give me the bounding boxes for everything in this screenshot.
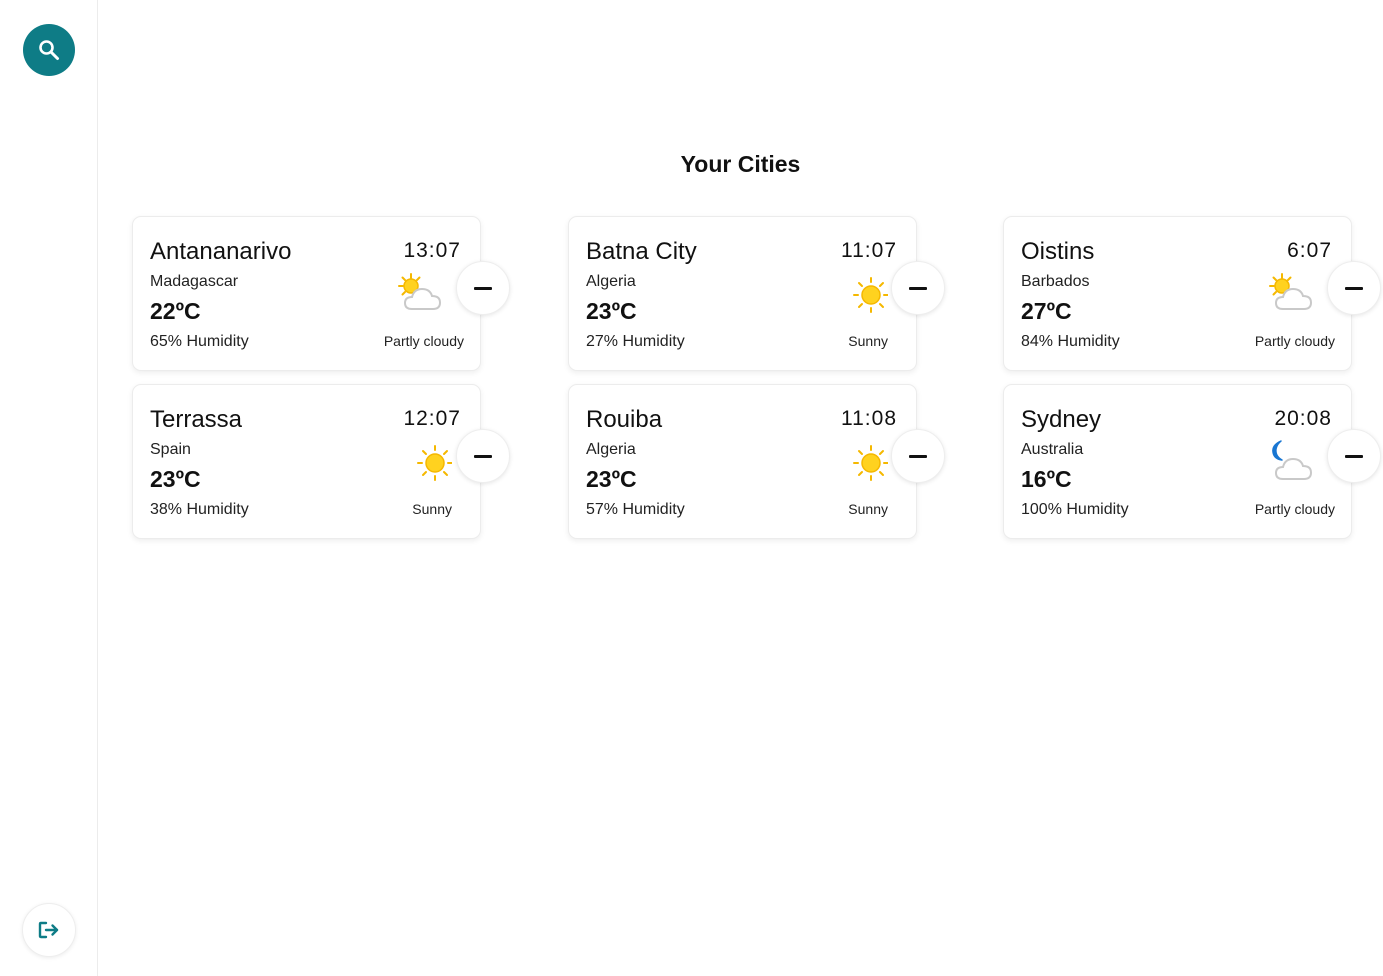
temperature: 27ºC	[1021, 298, 1072, 324]
city-card: Sydney Australia 16ºC 100% Humidity 20:0…	[1003, 384, 1352, 539]
remove-city-button[interactable]	[891, 429, 945, 483]
remove-city-button[interactable]	[456, 429, 510, 483]
minus-icon	[1345, 454, 1363, 458]
humidity: 100% Humidity	[1021, 501, 1129, 518]
local-time: 11:08	[841, 407, 897, 430]
sun-icon	[853, 277, 888, 313]
humidity: 57% Humidity	[586, 501, 685, 518]
country-name: Madagascar	[150, 273, 239, 290]
partly-cloudy-night-icon	[1272, 440, 1313, 480]
temperature: 16ºC	[1021, 466, 1072, 492]
remove-city-button[interactable]	[1327, 261, 1381, 315]
humidity: 38% Humidity	[150, 501, 249, 518]
weather-condition: Sunny	[412, 501, 452, 517]
partly-cloudy-day-icon	[398, 273, 442, 310]
city-card: Terrassa Spain 23ºC 38% Humidity 12:07 S…	[132, 384, 481, 539]
logout-icon	[38, 921, 59, 939]
weather-condition: Sunny	[848, 333, 888, 349]
weather-condition: Partly cloudy	[383, 333, 464, 349]
city-card: Oistins Barbados 27ºC 84% Humidity 6:07 …	[1003, 216, 1352, 371]
partly-cloudy-day-icon	[1269, 273, 1313, 310]
weather-condition: Sunny	[848, 501, 888, 517]
page-title: Your Cities	[680, 151, 801, 177]
sidebar	[0, 0, 98, 976]
humidity: 65% Humidity	[150, 333, 249, 350]
local-time: 11:07	[841, 239, 897, 262]
humidity: 27% Humidity	[586, 333, 685, 350]
local-time: 6:07	[1287, 239, 1332, 262]
temperature: 23ºC	[586, 466, 637, 492]
city-name: Terrassa	[150, 406, 243, 433]
local-time: 20:08	[1274, 407, 1332, 430]
city-name: Rouiba	[586, 406, 663, 433]
remove-city-button[interactable]	[1327, 429, 1381, 483]
logout-button[interactable]	[22, 903, 76, 957]
temperature: 23ºC	[150, 466, 201, 492]
country-name: Algeria	[586, 441, 636, 458]
temperature: 22ºC	[150, 298, 201, 324]
remove-city-button[interactable]	[456, 261, 510, 315]
search-icon	[39, 40, 59, 60]
country-name: Barbados	[1021, 273, 1090, 290]
local-time: 13:07	[403, 239, 461, 262]
minus-icon	[909, 286, 927, 290]
city-name: Sydney	[1021, 406, 1102, 433]
remove-city-button[interactable]	[891, 261, 945, 315]
humidity: 84% Humidity	[1021, 333, 1120, 350]
city-name: Batna City	[586, 238, 697, 265]
sun-icon	[853, 445, 888, 481]
weather-condition: Partly cloudy	[1254, 501, 1335, 517]
minus-icon	[474, 286, 492, 290]
search-button[interactable]	[23, 24, 75, 76]
local-time: 12:07	[403, 407, 461, 430]
minus-icon	[909, 454, 927, 458]
city-name: Antananarivo	[150, 238, 292, 265]
country-name: Spain	[150, 441, 191, 458]
weather-condition: Partly cloudy	[1254, 333, 1335, 349]
city-name: Oistins	[1021, 238, 1095, 265]
sun-icon	[417, 445, 452, 481]
minus-icon	[1345, 286, 1363, 290]
city-card: Batna City Algeria 23ºC 27% Humidity 11:…	[568, 216, 917, 371]
city-card: Antananarivo Madagascar 22ºC 65% Humidit…	[132, 216, 481, 371]
minus-icon	[474, 454, 492, 458]
city-card: Rouiba Algeria 23ºC 57% Humidity 11:08 S…	[568, 384, 917, 539]
country-name: Australia	[1021, 441, 1084, 458]
country-name: Algeria	[586, 273, 636, 290]
temperature: 23ºC	[586, 298, 637, 324]
